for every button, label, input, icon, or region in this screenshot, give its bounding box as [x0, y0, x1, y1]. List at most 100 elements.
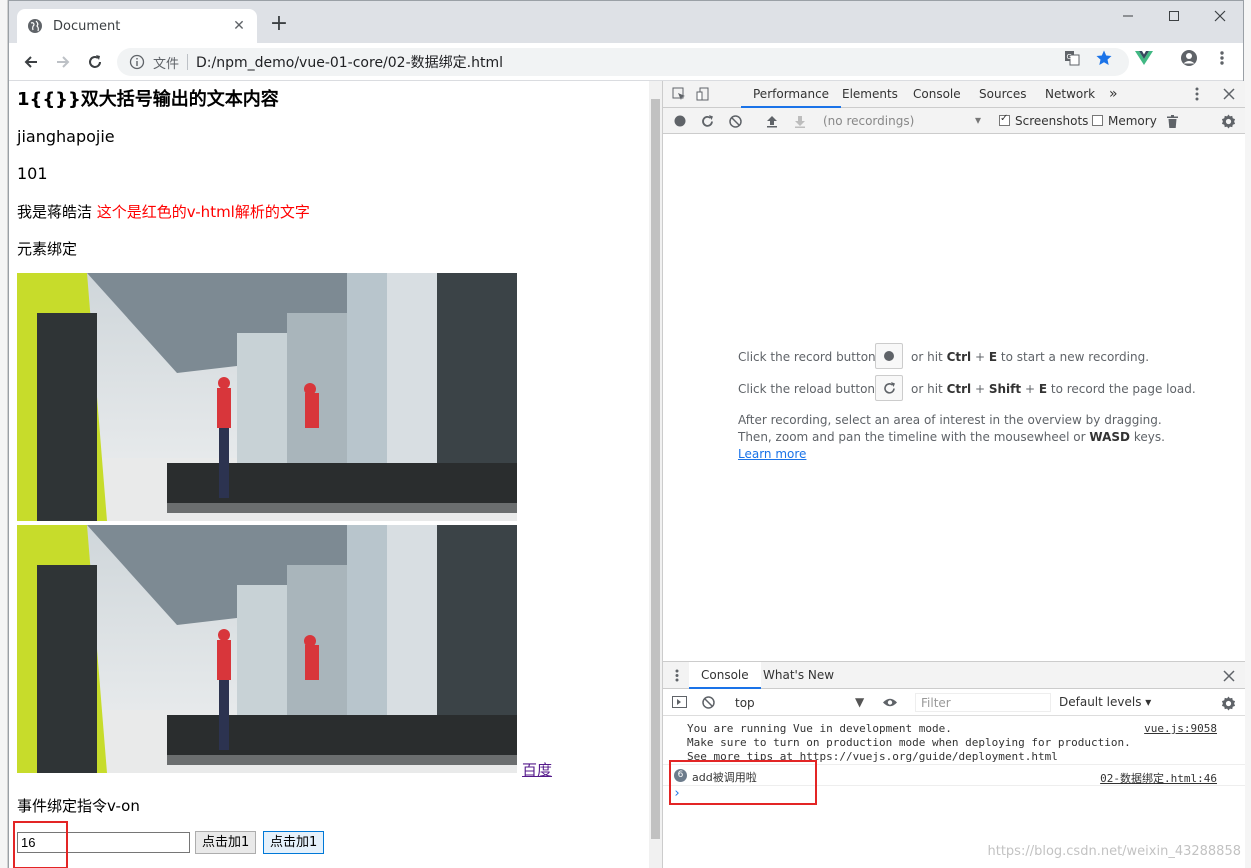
clear-console-icon[interactable] [701, 695, 715, 709]
minimize-icon [1123, 15, 1133, 17]
vue-source-link[interactable]: vue.js:9058 [1144, 722, 1217, 735]
tab-elements[interactable]: Elements [842, 81, 898, 108]
key-e-2: E [1038, 382, 1048, 396]
record-hint-shortcut: or hit Ctrl + E to start a new recording… [911, 350, 1149, 364]
tab-sources[interactable]: Sources [979, 81, 1026, 108]
add-one-button[interactable]: 点击加1 [195, 831, 257, 854]
sidebar-toggle-icon[interactable] [671, 695, 687, 709]
new-tab-button[interactable]: + [267, 13, 291, 37]
tab-title: Document [53, 18, 121, 34]
log-levels-select[interactable]: Default levels ▾ [1059, 695, 1151, 709]
browser-toolbar: 文件 D:/npm_demo/vue-01-core/02-数据绑定.html … [9, 43, 1243, 81]
close-devtools-icon[interactable] [1221, 86, 1237, 102]
page-scrollbar[interactable] [649, 81, 662, 868]
drawer-menu-icon[interactable] [673, 668, 681, 682]
screenshots-label: Screenshots [1015, 114, 1089, 128]
perf-settings-gear-icon[interactable] [1220, 113, 1236, 129]
drawer-tab-bar: Console What's New [663, 662, 1245, 689]
red-v-html-text: 这个是红色的v-html解析的文字 [96, 203, 310, 221]
tab-performance[interactable]: Performance [741, 81, 842, 108]
vue-devtools-icon[interactable] [1135, 49, 1153, 67]
download-icon[interactable] [793, 114, 807, 128]
add-one-button-focused[interactable]: 点击加1 [263, 831, 325, 854]
device-toolbar-icon[interactable] [695, 86, 711, 102]
intro-text: 我是蒋皓洁 [17, 203, 93, 221]
name-text: jianghapojie [17, 127, 115, 146]
reload-button[interactable] [81, 48, 109, 76]
drawer-tab-console[interactable]: Console [689, 662, 761, 689]
hint-record-load: to record the page load. [1050, 382, 1196, 396]
baidu-link[interactable]: 百度 [522, 759, 552, 780]
screenshots-checkbox[interactable] [999, 113, 1010, 126]
performance-toolbar: (no recordings) ▾ Screenshots Memory [663, 108, 1245, 134]
devtools-tab-bar: Performance Elements Console Sources Net… [663, 81, 1245, 108]
reload-icon [89, 55, 101, 68]
browser-tab[interactable]: Document ✕ [17, 9, 257, 43]
vue-dev-text: You are running Vue in development mode. [687, 722, 952, 735]
clear-icon[interactable] [728, 114, 742, 128]
devtools-menu-icon[interactable] [1193, 86, 1201, 102]
number-text: 101 [17, 164, 48, 183]
annotation-box-log [669, 760, 817, 805]
globe-icon [28, 19, 42, 33]
console-filter-input[interactable]: Filter [915, 693, 1051, 712]
reload-hint-a: Click the reload button [738, 382, 876, 396]
more-tabs-button[interactable]: » [1109, 81, 1118, 108]
console-drawer: Console What's New top ▼ Filter Default … [663, 661, 1245, 868]
page-viewport: 1{{}}双大括号输出的文本内容 jianghapojie 101 我是蒋皓洁 … [9, 81, 649, 868]
memory-label: Memory [1108, 114, 1157, 128]
element-binding-label: 元素绑定 [17, 240, 78, 258]
scrollbar-thumb[interactable] [651, 99, 660, 839]
bookmark-star-icon[interactable] [1095, 49, 1113, 67]
recordings-select[interactable]: (no recordings) [823, 114, 914, 128]
key-wasd: WASD [1089, 430, 1130, 444]
log-source-link[interactable]: 02-数据绑定.html:46 [1100, 770, 1217, 786]
performance-empty-state: Click the record button or hit Ctrl + E … [663, 134, 1245, 661]
tab-console[interactable]: Console [913, 81, 961, 108]
console-settings-gear-icon[interactable] [1220, 695, 1236, 711]
console-toolbar: top ▼ Filter Default levels ▾ [663, 689, 1245, 716]
address-bar[interactable]: 文件 D:/npm_demo/vue-01-core/02-数据绑定.html [117, 48, 1129, 76]
excavator-photo-2 [17, 525, 517, 773]
translate-icon[interactable]: G [1063, 49, 1081, 67]
minimize-button[interactable] [1105, 1, 1151, 31]
recordings-dropdown-icon[interactable]: ▾ [975, 113, 981, 127]
key-plus-3: + [1024, 382, 1036, 396]
reload-hint-line: Click the reload button [738, 382, 875, 396]
upload-icon[interactable] [765, 114, 779, 128]
eye-icon[interactable] [881, 695, 899, 709]
tab-network[interactable]: Network [1045, 81, 1095, 108]
key-ctrl-2: Ctrl [946, 382, 972, 396]
key-plus: + [974, 350, 986, 364]
learn-more-link[interactable]: Learn more [738, 447, 806, 461]
inspect-element-icon[interactable] [671, 86, 687, 102]
maximize-button[interactable] [1151, 1, 1197, 31]
back-button[interactable] [17, 48, 45, 76]
browser-window: Document ✕ + 文件 D:/npm_demo/vue-01-core/… [8, 0, 1245, 868]
close-window-button[interactable] [1197, 1, 1243, 31]
info-icon [129, 54, 145, 70]
close-drawer-icon[interactable] [1221, 668, 1237, 684]
close-icon [1214, 10, 1226, 22]
hint-reload-button[interactable] [875, 375, 903, 401]
page-heading: 1{{}}双大括号输出的文本内容 [17, 89, 279, 110]
hint-or-hit-2: or hit [911, 382, 943, 396]
reload-record-icon[interactable] [700, 114, 714, 128]
arrow-left-icon [24, 56, 37, 68]
trash-icon[interactable] [1165, 114, 1179, 128]
forward-button[interactable] [49, 48, 77, 76]
after-recording-hint: After recording, select an area of inter… [738, 413, 1162, 427]
context-select[interactable]: top [735, 696, 755, 710]
record-icon[interactable] [673, 114, 687, 128]
menu-kebab-icon[interactable] [1213, 49, 1231, 67]
zoom-pan-keys: keys. [1133, 430, 1165, 444]
event-binding-label: 事件绑定指令v-on [17, 797, 140, 815]
context-dropdown-icon[interactable]: ▼ [855, 695, 864, 709]
hint-start-recording: to start a new recording. [1000, 350, 1150, 364]
close-tab-icon[interactable]: ✕ [231, 18, 247, 34]
memory-checkbox[interactable] [1092, 115, 1103, 126]
profile-avatar-icon[interactable] [1180, 49, 1198, 67]
drawer-tab-whats-new[interactable]: What's New [763, 662, 834, 689]
svg-text:G: G [1067, 53, 1072, 61]
hint-record-button[interactable] [875, 343, 903, 369]
